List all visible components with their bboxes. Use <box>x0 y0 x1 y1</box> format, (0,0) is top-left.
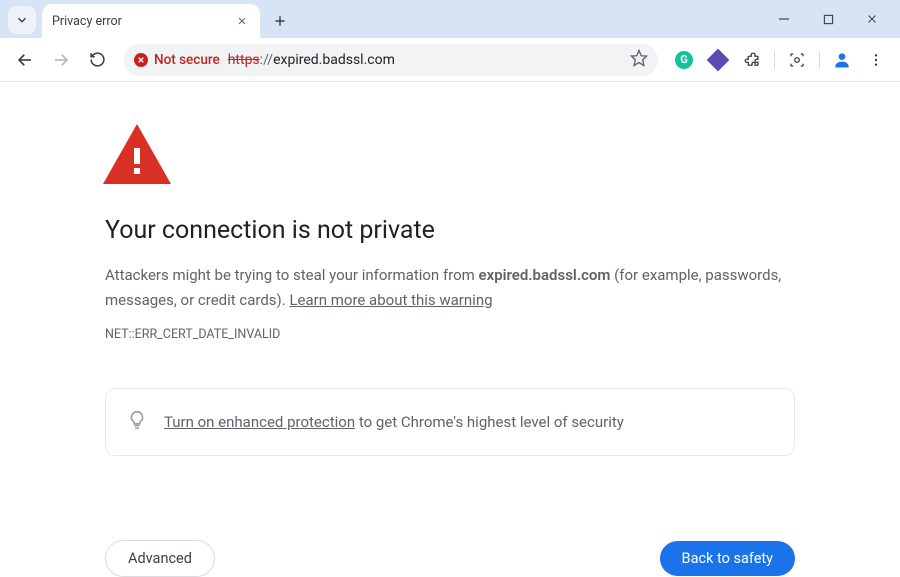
lightbulb-icon <box>126 409 148 435</box>
arrow-left-icon <box>16 51 34 69</box>
protection-text: Turn on enhanced protection to get Chrom… <box>164 413 624 431</box>
button-row: Advanced Back to safety <box>105 540 795 577</box>
search-tabs-button[interactable] <box>8 6 36 34</box>
reload-button[interactable] <box>82 45 112 75</box>
extensions-button[interactable] <box>738 46 766 74</box>
toolbar-divider <box>819 51 820 69</box>
warning-host: expired.badssl.com <box>479 266 611 284</box>
minimize-icon <box>778 13 790 25</box>
warning-description: Attackers might be trying to steal your … <box>105 263 795 313</box>
bookmark-button[interactable] <box>630 49 648 71</box>
learn-more-link[interactable]: Learn more about this warning <box>289 291 492 309</box>
url-display: https://expired.badssl.com <box>228 52 622 68</box>
browser-toolbar: Not secure https://expired.badssl.com G <box>0 38 900 82</box>
tab-close-button[interactable] <box>234 13 250 29</box>
tab-title: Privacy error <box>52 14 226 29</box>
window-minimize-button[interactable] <box>762 4 806 34</box>
reload-icon <box>89 51 106 68</box>
star-icon <box>630 49 648 67</box>
chevron-down-icon <box>15 13 29 27</box>
extension-generic[interactable] <box>704 46 732 74</box>
page-title: Your connection is not private <box>105 216 795 245</box>
diamond-icon <box>707 48 730 71</box>
page-content: Your connection is not private Attackers… <box>0 82 900 577</box>
browser-tab[interactable]: Privacy error <box>42 4 260 38</box>
puzzle-icon <box>743 51 761 69</box>
lens-button[interactable] <box>783 46 811 74</box>
enhanced-protection-link[interactable]: Turn on enhanced protection <box>164 413 355 431</box>
menu-button[interactable] <box>862 46 890 74</box>
enhanced-protection-banner: Turn on enhanced protection to get Chrom… <box>105 388 795 456</box>
not-secure-icon <box>134 53 148 67</box>
back-to-safety-button[interactable]: Back to safety <box>660 541 795 576</box>
close-icon <box>866 13 878 25</box>
avatar-icon <box>831 49 853 71</box>
forward-button[interactable] <box>46 45 76 75</box>
maximize-icon <box>823 14 834 25</box>
security-label: Not secure <box>154 52 220 68</box>
back-button[interactable] <box>10 45 40 75</box>
extension-grammarly[interactable]: G <box>670 46 698 74</box>
window-controls <box>762 0 894 38</box>
window-close-button[interactable] <box>850 4 894 34</box>
error-code: NET::ERR_CERT_DATE_INVALID <box>105 327 795 342</box>
grammarly-icon: G <box>675 51 693 69</box>
advanced-button[interactable]: Advanced <box>105 540 215 577</box>
new-tab-button[interactable] <box>266 7 294 35</box>
ssl-interstitial: Your connection is not private Attackers… <box>105 124 795 577</box>
toolbar-divider <box>774 51 775 69</box>
address-bar[interactable]: Not secure https://expired.badssl.com <box>124 44 658 76</box>
close-icon <box>237 16 247 26</box>
warning-icon <box>103 124 795 188</box>
tab-strip: Privacy error <box>0 0 900 38</box>
window-maximize-button[interactable] <box>806 4 850 34</box>
security-chip[interactable]: Not secure <box>134 52 220 68</box>
arrow-right-icon <box>52 51 70 69</box>
profile-button[interactable] <box>828 46 856 74</box>
lens-icon <box>788 51 806 69</box>
dots-vertical-icon <box>868 52 884 68</box>
plus-icon <box>273 14 287 28</box>
